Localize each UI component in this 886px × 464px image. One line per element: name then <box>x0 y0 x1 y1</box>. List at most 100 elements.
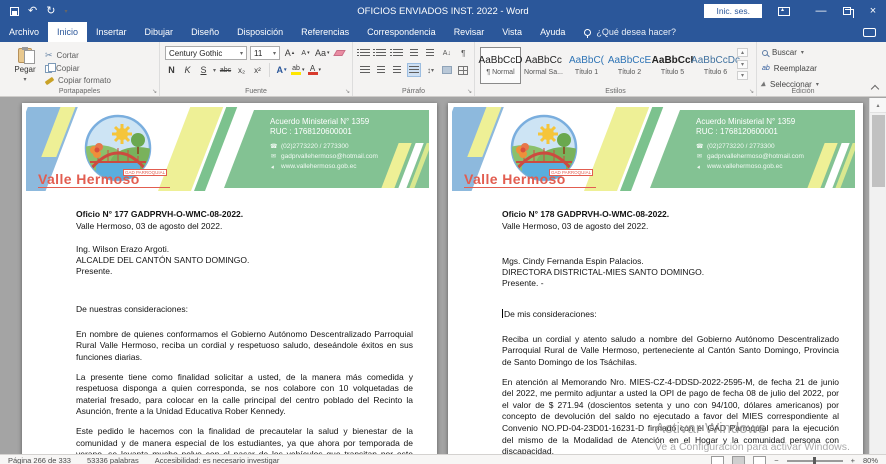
paragraph: Reciba un cordial y atento saludo a nomb… <box>502 334 839 369</box>
numbering-button[interactable] <box>374 46 387 60</box>
collapse-ribbon-icon[interactable] <box>871 85 879 93</box>
word-count[interactable]: 53336 palabras <box>87 456 139 464</box>
accessibility-status[interactable]: Accesibilidad: es necesario investigar <box>155 456 280 464</box>
find-button[interactable]: Buscar▾ <box>762 46 845 59</box>
align-left-button[interactable] <box>358 63 371 77</box>
multilevel-list-button[interactable] <box>391 46 404 60</box>
subscript-button[interactable]: x₂ <box>235 63 248 77</box>
tab-diseno[interactable]: Diseño <box>182 22 228 42</box>
borders-button[interactable] <box>457 63 470 77</box>
read-mode-button[interactable] <box>711 456 724 464</box>
style-normal[interactable]: AaBbCcD¶ Normal <box>480 47 521 84</box>
vertical-scrollbar[interactable]: ▴ <box>869 98 886 454</box>
paste-button[interactable]: Pegar ▾ <box>5 46 45 83</box>
style-heading6[interactable]: AaBbCcDcTítulo 6 <box>695 47 736 84</box>
styles-scroll-up-icon[interactable]: ▴ <box>737 48 748 57</box>
line-spacing-button[interactable]: ↕▾ <box>424 63 437 77</box>
recipient-title: ALCALDE DEL CANTÓN SANTO DOMINGO. <box>76 255 413 266</box>
tab-referencias[interactable]: Referencias <box>292 22 358 42</box>
page-indicator[interactable]: Página 266 de 333 <box>8 456 71 464</box>
copy-button[interactable]: Copiar <box>45 64 111 73</box>
minimize-button[interactable]: — <box>808 0 834 22</box>
text-effects-button[interactable]: A▾ <box>275 63 288 77</box>
replace-button[interactable]: abReemplazar <box>762 62 845 75</box>
tab-disposicion[interactable]: Disposición <box>228 22 292 42</box>
close-button[interactable]: × <box>860 0 886 22</box>
bold-button[interactable]: N <box>165 63 178 77</box>
align-center-button[interactable] <box>374 63 387 77</box>
font-size-combobox[interactable]: 11▾ <box>250 46 280 60</box>
clipboard-dialog-launcher-icon[interactable]: ↘ <box>152 88 157 95</box>
sign-in-button[interactable]: Inic. ses. <box>704 4 762 18</box>
ruc-line: RUC : 1768120600001 <box>270 127 421 137</box>
paragraph-dialog-launcher-icon[interactable]: ↘ <box>467 88 472 95</box>
highlight-button[interactable]: ab▾ <box>291 63 305 77</box>
increase-indent-button[interactable] <box>424 46 437 60</box>
zoom-slider[interactable] <box>787 460 843 462</box>
bullets-button[interactable] <box>358 46 371 60</box>
page-left[interactable]: Valle Hermoso GAD PARROQUIAL Acuerdo Min… <box>22 103 437 454</box>
letter-body-right[interactable]: Oficio N° 178 GADPRVH-O-WMC-08-2022. Val… <box>502 209 839 454</box>
styles-dialog-launcher-icon[interactable]: ↘ <box>749 88 754 95</box>
grow-font-button[interactable]: A▴ <box>283 46 296 60</box>
styles-gallery-more-icon[interactable]: ▾ <box>737 71 748 80</box>
sort-button[interactable]: A↓ <box>440 46 453 60</box>
tab-ayuda[interactable]: Ayuda <box>531 22 574 42</box>
clear-formatting-button[interactable] <box>333 46 346 60</box>
change-case-button[interactable]: Aa▾ <box>315 46 330 60</box>
format-painter-button[interactable]: Copiar formato <box>45 76 111 85</box>
font-color-button[interactable]: A▾ <box>308 63 322 77</box>
style-heading1[interactable]: AaBbC(Título 1 <box>566 47 607 84</box>
strikethrough-button[interactable]: abc <box>219 63 232 77</box>
zoom-out-button[interactable]: − <box>774 456 778 464</box>
styles-scroll-down-icon[interactable]: ▾ <box>737 60 748 69</box>
tab-inicio[interactable]: Inicio <box>48 22 87 42</box>
superscript-button[interactable]: x² <box>251 63 264 77</box>
style-heading2[interactable]: AaBbCcETítulo 2 <box>609 47 650 84</box>
style-no-spacing[interactable]: AaBbCcNormal Sa... <box>523 47 564 84</box>
justify-button[interactable] <box>407 63 421 77</box>
salutation: De mis consideraciones: <box>502 309 839 321</box>
qat-customize-icon[interactable]: ▾ <box>64 8 67 15</box>
shading-button[interactable] <box>440 63 453 77</box>
web-layout-button[interactable] <box>753 456 766 464</box>
group-paragraph: A↓ ¶ ↕▾ Párrafo ↘ <box>353 42 475 96</box>
zoom-slider-thumb[interactable] <box>813 457 816 464</box>
zoom-in-button[interactable]: + <box>851 456 855 464</box>
outdent-icon <box>410 49 418 57</box>
underline-button[interactable]: S <box>197 63 210 77</box>
tab-dibujar[interactable]: Dibujar <box>136 22 183 42</box>
ribbon-display-options-icon[interactable] <box>778 7 790 16</box>
decrease-indent-button[interactable] <box>407 46 420 60</box>
cut-button[interactable]: ✂Cortar <box>45 50 111 61</box>
redo-icon[interactable]: ↻ <box>46 6 55 16</box>
underline-caret-icon[interactable]: ▾ <box>213 67 216 74</box>
scrollbar-thumb[interactable] <box>872 115 885 187</box>
tab-revisar[interactable]: Revisar <box>445 22 494 42</box>
tab-insertar[interactable]: Insertar <box>87 22 136 42</box>
style-heading5[interactable]: AaBbCcITítulo 5 <box>652 47 693 84</box>
italic-button[interactable]: K <box>181 63 194 77</box>
save-icon[interactable] <box>10 7 19 16</box>
font-family-combobox[interactable]: Century Gothic▾ <box>165 46 247 60</box>
undo-icon[interactable]: ↶ <box>28 6 37 16</box>
shrink-font-button[interactable]: A▾ <box>299 46 312 60</box>
effects-caret-icon: ▾ <box>284 67 287 73</box>
align-right-button[interactable] <box>391 63 404 77</box>
print-layout-button[interactable] <box>732 456 745 464</box>
tab-correspondencia[interactable]: Correspondencia <box>358 22 445 42</box>
highlight-color-bar <box>291 72 301 75</box>
page-right[interactable]: Valle Hermoso GAD PARROQUIAL Acuerdo Min… <box>448 103 863 454</box>
zoom-level[interactable]: 80% <box>863 456 878 464</box>
phone-number: (02)2773220 / 2773300 <box>281 142 349 152</box>
tab-vista[interactable]: Vista <box>493 22 531 42</box>
scroll-up-icon[interactable]: ▴ <box>870 98 886 113</box>
letter-body-left[interactable]: Oficio N° 177 GADPRVH-O-WMC-08-2022. Val… <box>76 209 413 454</box>
font-dialog-launcher-icon[interactable]: ↘ <box>345 88 350 95</box>
tab-archivo[interactable]: Archivo <box>0 22 48 42</box>
replace-icon: ab <box>762 65 770 72</box>
feedback-icon[interactable] <box>863 28 876 37</box>
show-marks-button[interactable]: ¶ <box>457 46 470 60</box>
restore-button[interactable] <box>834 0 860 22</box>
tell-me-search[interactable]: ¿Qué desea hacer? <box>584 22 676 42</box>
